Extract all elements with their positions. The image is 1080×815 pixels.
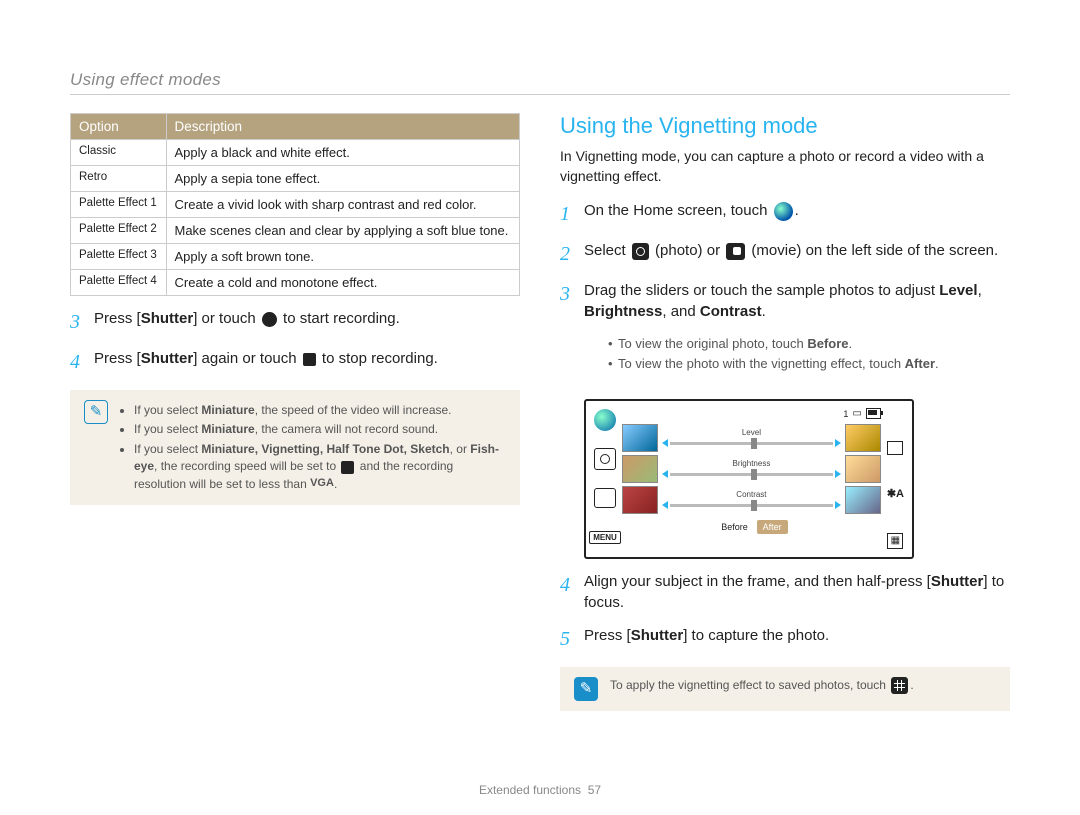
rec-speed-icon xyxy=(341,461,354,474)
step-r1: 1 On the Home screen, touch . xyxy=(560,200,1010,228)
table-row: RetroApply a sepia tone effect. xyxy=(71,166,520,192)
step-4: 4 Press [Shutter] again or touch to stop… xyxy=(70,348,520,376)
note-box: ✎ If you select Miniature, the speed of … xyxy=(70,390,520,505)
step-r5: 5 Press [Shutter] to capture the photo. xyxy=(560,625,1010,653)
table-row: Palette Effect 2Make scenes clean and cl… xyxy=(71,218,520,244)
table-row: Palette Effect 3Apply a soft brown tone. xyxy=(71,244,520,270)
page-footer: Extended functions 57 xyxy=(0,783,1080,797)
after-button[interactable]: After xyxy=(757,520,788,534)
vga-icon: VGA xyxy=(310,476,334,492)
menu-button[interactable]: MENU xyxy=(589,531,621,544)
shot-count: 1 xyxy=(843,409,848,419)
sample-thumb[interactable] xyxy=(622,424,658,452)
photo-mode-button[interactable] xyxy=(594,448,616,470)
sample-thumb[interactable] xyxy=(622,455,658,483)
step-r4: 4 Align your subject in the frame, and t… xyxy=(560,571,1010,613)
memory-icon: ▭ xyxy=(852,408,861,419)
lcd-preview: MENU 1 ▭ Level Brightness xyxy=(584,399,914,559)
sample-thumb[interactable] xyxy=(845,486,881,514)
mode-intro: In Vignetting mode, you can capture a ph… xyxy=(560,147,1010,186)
sample-thumb[interactable] xyxy=(845,424,881,452)
movie-icon xyxy=(726,243,745,260)
table-row: Palette Effect 4Create a cold and monoto… xyxy=(71,270,520,296)
preview-icon[interactable] xyxy=(887,441,903,455)
step-3: 3 Press [Shutter] or touch to start reco… xyxy=(70,308,520,336)
grid-icon[interactable]: ▦ xyxy=(887,533,903,549)
camera-icon xyxy=(632,243,649,260)
note-icon: ✎ xyxy=(84,400,108,424)
step-r3: 3 Drag the sliders or touch the sample p… xyxy=(560,280,1010,386)
movie-mode-button[interactable] xyxy=(594,488,616,508)
scene-icon[interactable] xyxy=(594,409,616,431)
note-icon: ✎ xyxy=(574,677,598,701)
globe-icon xyxy=(774,202,793,221)
record-dot-icon xyxy=(262,312,277,327)
table-row: Palette Effect 1Create a vivid look with… xyxy=(71,192,520,218)
mode-heading: Using the Vignetting mode xyxy=(560,113,1010,139)
stop-square-icon xyxy=(303,353,316,366)
sample-thumb[interactable] xyxy=(622,486,658,514)
gallery-icon xyxy=(891,677,908,694)
battery-icon xyxy=(866,408,881,419)
flash-icon[interactable]: ✱A xyxy=(887,487,904,500)
section-title: Using effect modes xyxy=(70,70,1010,95)
col-description: Description xyxy=(166,114,520,140)
col-option: Option xyxy=(71,114,167,140)
sample-thumb[interactable] xyxy=(845,455,881,483)
step-r2: 2 Select (photo) or (movie) on the left … xyxy=(560,240,1010,268)
before-button[interactable]: Before xyxy=(715,520,754,534)
table-row: ClassicApply a black and white effect. xyxy=(71,140,520,166)
options-table: Option Description ClassicApply a black … xyxy=(70,113,520,296)
note-box-right: ✎ To apply the vignetting effect to save… xyxy=(560,667,1010,711)
